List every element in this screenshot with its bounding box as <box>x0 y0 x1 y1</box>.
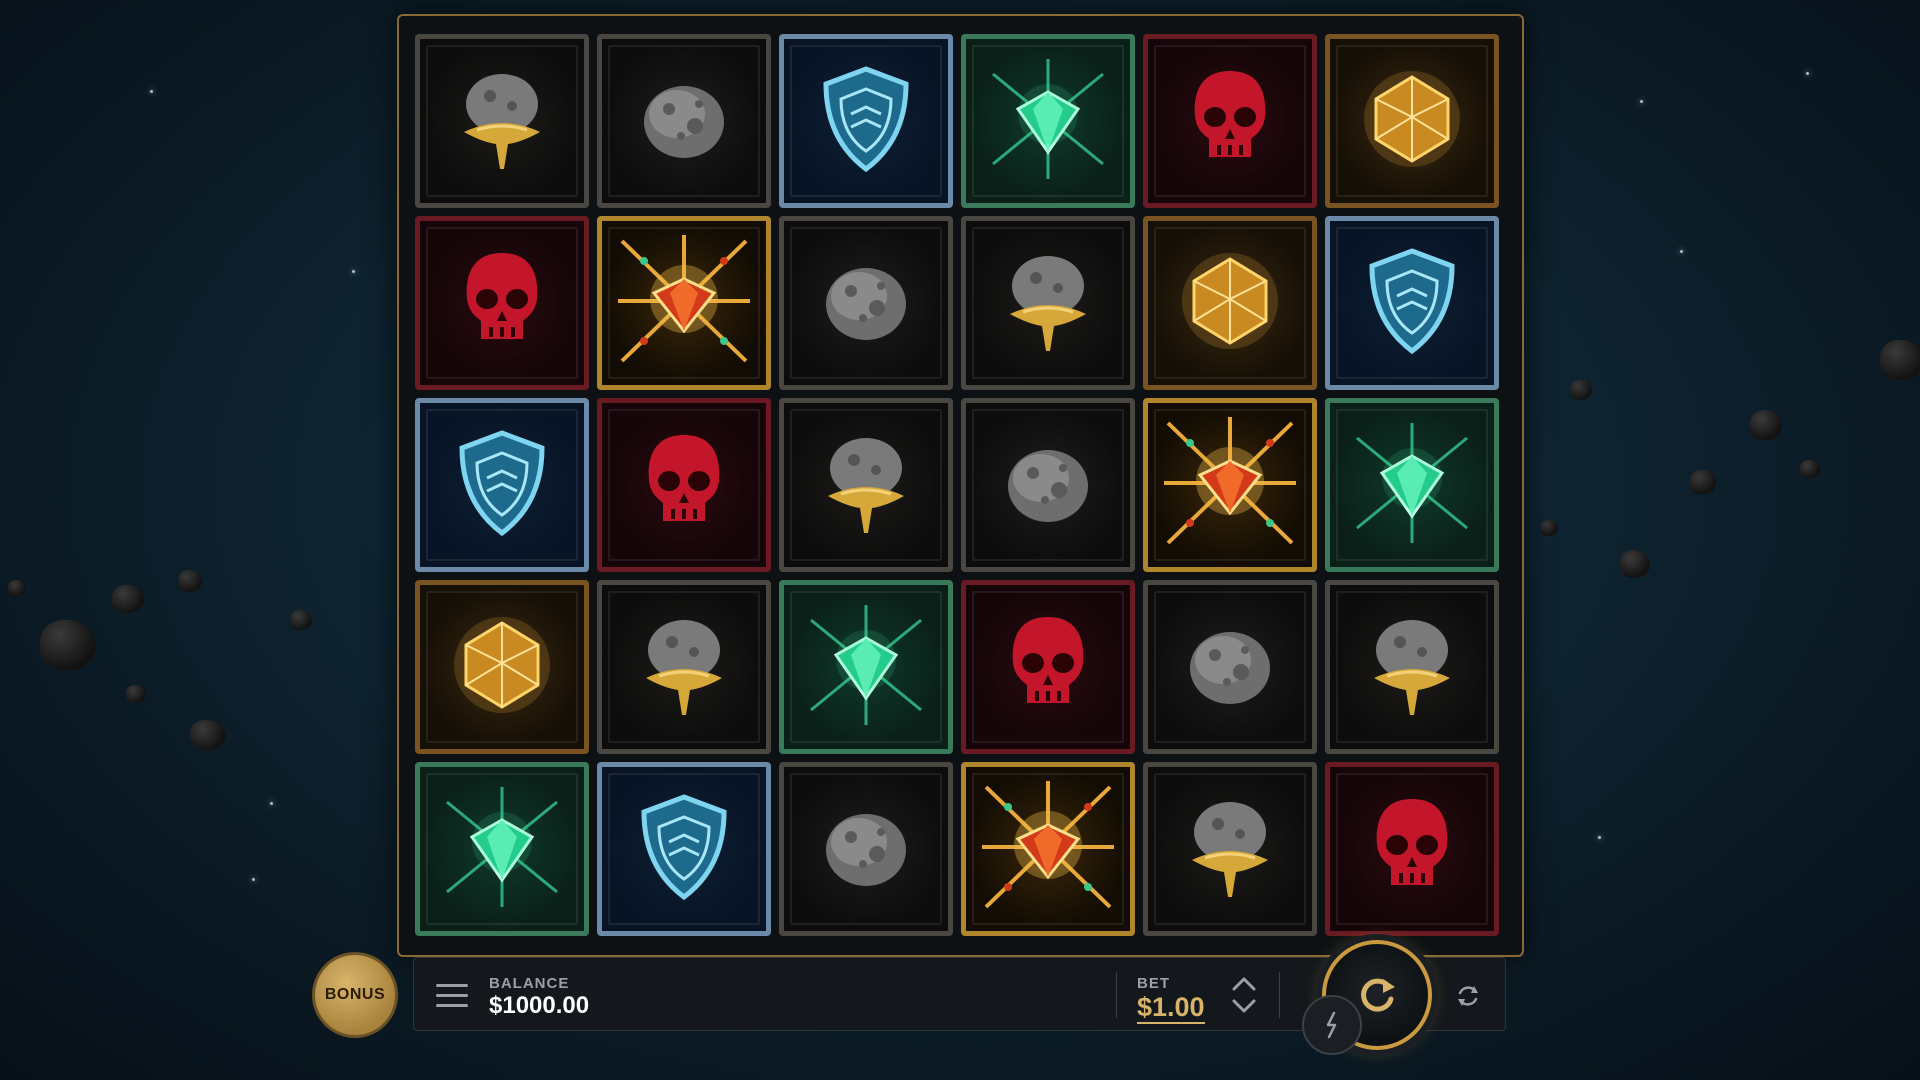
divider <box>1116 972 1117 1018</box>
emerald-gem-icon <box>437 782 567 917</box>
turbo-button[interactable] <box>1302 995 1362 1055</box>
asteroid <box>1750 410 1782 440</box>
asteroid <box>40 620 96 670</box>
asteroid <box>1690 470 1716 494</box>
spin-refresh-icon <box>1361 978 1395 1012</box>
reel-cell <box>1325 580 1499 754</box>
molten-asteroid-icon <box>442 54 562 189</box>
asteroid <box>112 585 144 613</box>
reel-cell <box>779 398 953 572</box>
red-skull-icon <box>1357 787 1467 912</box>
gold-dice-icon <box>1170 241 1290 366</box>
asteroid <box>1800 460 1820 478</box>
reel-cell <box>1325 398 1499 572</box>
asteroid-icon <box>811 246 921 361</box>
star <box>1598 836 1601 839</box>
asteroid <box>190 720 226 750</box>
star <box>1680 250 1683 253</box>
asteroid-icon <box>1175 610 1285 725</box>
star <box>252 878 255 881</box>
reel-cell <box>961 580 1135 754</box>
balance-value: $1000.00 <box>489 992 590 1019</box>
reel-cell <box>1143 762 1317 936</box>
reel-cell <box>415 398 589 572</box>
ruby-gem-icon <box>614 231 754 376</box>
asteroid <box>1540 520 1558 536</box>
reel-cell <box>961 398 1135 572</box>
blue-shield-icon <box>1357 241 1467 366</box>
reel-cell <box>1325 216 1499 390</box>
star <box>150 90 153 93</box>
molten-asteroid-icon <box>1352 600 1472 735</box>
asteroid-icon <box>629 64 739 179</box>
star <box>270 802 273 805</box>
red-skull-icon <box>447 241 557 366</box>
reel-cell <box>1143 34 1317 208</box>
molten-asteroid-icon <box>1170 782 1290 917</box>
emerald-gem-icon <box>1347 418 1477 553</box>
asteroid-icon <box>811 792 921 907</box>
hamburger-menu-icon[interactable] <box>436 984 468 1008</box>
symbol-grid <box>415 34 1499 936</box>
bonus-label: BONUS <box>324 986 386 1003</box>
asteroid <box>126 685 146 703</box>
reel-cell <box>779 580 953 754</box>
red-skull-icon <box>993 605 1103 730</box>
reel-cell <box>597 398 771 572</box>
reel-cell <box>415 34 589 208</box>
reel-cell <box>961 34 1135 208</box>
reel-cell <box>1143 216 1317 390</box>
bet-label: BET <box>1137 975 1170 992</box>
reel-cell <box>1143 580 1317 754</box>
reel-cell <box>1325 34 1499 208</box>
reel-cell <box>961 216 1135 390</box>
reel-cell <box>779 34 953 208</box>
star <box>352 270 355 273</box>
reel-cell <box>597 34 771 208</box>
bonus-button[interactable]: BONUS <box>312 952 398 1038</box>
reel-cell <box>597 762 771 936</box>
gold-dice-icon <box>1352 59 1472 184</box>
reel-cell <box>597 580 771 754</box>
red-skull-icon <box>1175 59 1285 184</box>
reel-cell <box>779 216 953 390</box>
reel-cell <box>597 216 771 390</box>
molten-asteroid-icon <box>988 236 1108 371</box>
reel-cell <box>961 762 1135 936</box>
ruby-gem-icon <box>1160 413 1300 558</box>
asteroid <box>1570 380 1592 400</box>
emerald-gem-icon <box>801 600 931 735</box>
lightning-icon <box>1326 1011 1337 1039</box>
autoplay-button[interactable] <box>1452 980 1484 1012</box>
balance-label: BALANCE <box>489 975 570 992</box>
chevron-up-down-icon[interactable] <box>1229 972 1259 1018</box>
asteroid <box>1620 550 1650 578</box>
reel-cell <box>1143 398 1317 572</box>
bet-value[interactable]: $1.00 <box>1137 992 1205 1024</box>
red-skull-icon <box>629 423 739 548</box>
reel-cell <box>415 216 589 390</box>
gold-dice-icon <box>442 605 562 730</box>
asteroid <box>178 570 202 592</box>
asteroid <box>290 610 312 630</box>
reel-board <box>397 14 1524 957</box>
blue-shield-icon <box>629 787 739 912</box>
emerald-gem-icon <box>983 54 1113 189</box>
reel-cell <box>779 762 953 936</box>
blue-shield-icon <box>447 423 557 548</box>
ruby-gem-icon <box>978 777 1118 922</box>
autoplay-icon <box>1458 986 1478 1006</box>
star <box>1806 72 1809 75</box>
asteroid <box>8 580 26 596</box>
reel-cell <box>415 580 589 754</box>
divider <box>1279 972 1280 1018</box>
molten-asteroid-icon <box>806 418 926 553</box>
asteroid-icon <box>993 428 1103 543</box>
molten-asteroid-icon <box>624 600 744 735</box>
blue-shield-icon <box>811 59 921 184</box>
star <box>1640 100 1643 103</box>
asteroid <box>1880 340 1920 380</box>
reel-cell <box>1325 762 1499 936</box>
reel-cell <box>415 762 589 936</box>
